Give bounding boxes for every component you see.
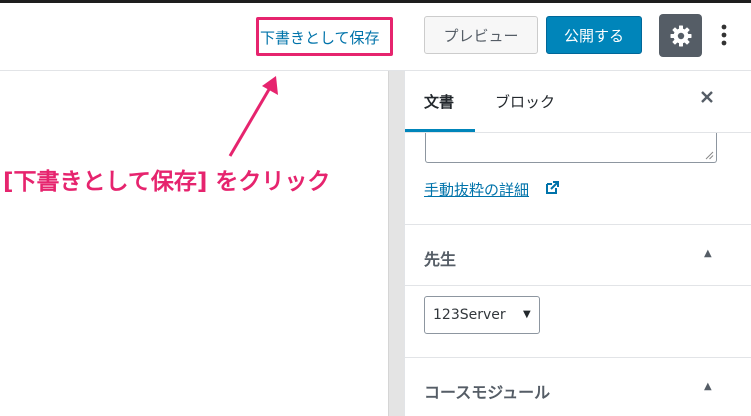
- collapse-arrow-icon[interactable]: ▲: [704, 381, 712, 392]
- vertical-ellipsis-icon: [721, 24, 727, 46]
- sidebar-tabs: 文書 ブロック: [405, 71, 751, 133]
- close-icon: [701, 91, 713, 103]
- tab-document[interactable]: 文書: [424, 91, 454, 112]
- annotation-highlight-box: [256, 17, 393, 56]
- teacher-select-value: 123Server: [433, 307, 506, 323]
- dropdown-arrow-icon: ▼: [523, 309, 531, 320]
- settings-button[interactable]: [659, 14, 702, 57]
- panel-divider: [405, 357, 751, 358]
- panel-title-teacher[interactable]: 先生: [424, 246, 456, 270]
- panel-title-course-module[interactable]: コースモジュール: [424, 379, 550, 403]
- gear-icon: [670, 25, 691, 46]
- publish-button[interactable]: 公開する: [546, 16, 642, 54]
- active-tab-indicator: [405, 129, 475, 132]
- preview-button[interactable]: プレビュー: [424, 16, 538, 54]
- annotation-callout: [下書きとして保存] をクリック: [3, 169, 331, 195]
- excerpt-learn-more-link[interactable]: 手動抜粋の詳細: [424, 179, 529, 200]
- settings-sidebar: 文書 ブロック 手動抜粋の詳細 先生 ▲ 123Server ▼ コースモジュー…: [404, 71, 751, 416]
- tab-block[interactable]: ブロック: [495, 91, 555, 112]
- panel-divider: [405, 285, 751, 286]
- collapse-arrow-icon[interactable]: ▲: [704, 248, 712, 259]
- resize-grip-icon: [705, 151, 714, 160]
- teacher-select[interactable]: 123Server ▼: [424, 296, 540, 334]
- excerpt-textarea[interactable]: [425, 133, 717, 163]
- editor-scrollbar[interactable]: [388, 71, 404, 416]
- panel-divider: [405, 224, 751, 225]
- more-options-button[interactable]: [712, 15, 736, 55]
- close-sidebar-button[interactable]: [700, 88, 714, 109]
- external-link-icon: [546, 181, 559, 194]
